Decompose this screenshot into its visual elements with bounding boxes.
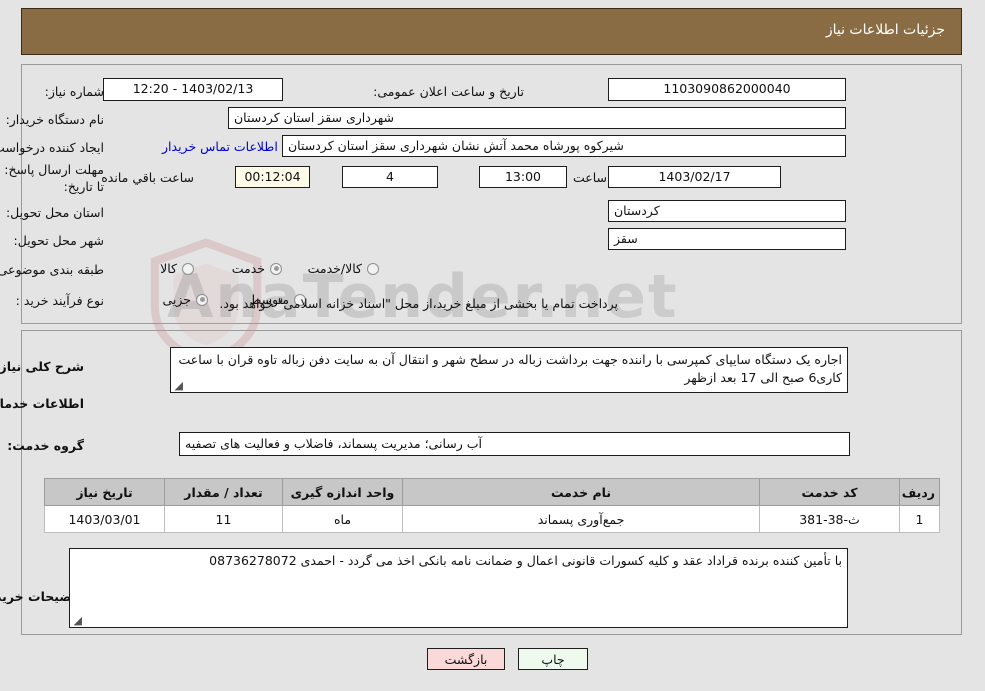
th-service-code: کد خدمت [760,478,901,506]
label-deadline: مهلت ارسال پاسخ: تا تاریخ: [5,162,105,194]
need-info-panel [22,64,963,324]
radio-label: جزیی [163,292,192,307]
deadline-date-value: 1403/02/17 [609,166,782,188]
radio-indicator [368,262,380,275]
th-quantity: تعداد / مقدار [165,478,284,506]
buyer-contact-link[interactable]: اطلاعات تماس خریدار [163,139,279,154]
city-value: سقز [609,228,847,250]
cell-unit: ماه [283,505,404,533]
radio-label: کالا [161,261,178,276]
th-row: ردیف [900,478,941,506]
label-classification: طبقه بندی موضوعی: [0,262,105,277]
label-description: شرح کلی نیاز: [0,359,85,374]
radio-classification-kala-khedmat[interactable]: کالا/خدمت [309,261,380,276]
table-header-row: ردیف کد خدمت نام خدمت واحد اندازه گیری ت… [45,478,941,506]
radio-classification-khedmat[interactable]: خدمت [233,261,283,276]
label-deadline-time: ساعت [573,170,608,185]
resize-grip-icon[interactable]: ◢ [174,380,184,391]
label-province: استان محل تحویل: [6,205,105,220]
radio-classification-kala[interactable]: کالا [161,261,195,276]
radio-label: خدمت [232,261,266,276]
description-textarea[interactable]: اجاره یک دستگاه سایپای کمپرسی با راننده … [171,347,849,393]
services-table: ردیف کد خدمت نام خدمت واحد اندازه گیری ت… [45,478,941,533]
deadline-time-value: 13:00 [480,166,568,188]
print-button[interactable]: چاپ [519,648,589,670]
label-process-type: نوع فرآیند خرید : [16,293,105,308]
resize-grip-icon[interactable]: ◢ [73,615,83,626]
th-unit: واحد اندازه گیری [283,478,404,506]
process-type-note: پرداخت تمام یا بخشی از مبلغ خرید،از محل … [220,296,619,311]
services-heading: اطلاعات خدمات مورد نیاز [0,396,85,411]
deadline-countdown-value: 00:12:04 [236,166,311,188]
radio-process-jozi[interactable]: جزیی [163,292,209,307]
radio-indicator [271,262,283,275]
label-announce-datetime: تاریخ و ساعت اعلان عمومی: [374,84,525,99]
service-group-value: آب رسانی؛ مدیریت پسماند، فاضلاب و فعالیت… [180,432,851,456]
label-need-number: شماره نیاز: [45,84,105,99]
page-header-band: جزئیات اطلاعات نیاز [22,8,963,55]
cell-quantity: 11 [165,505,284,533]
announce-datetime-value: 1403/02/13 - 12:20 [104,78,284,101]
page-title: جزئیات اطلاعات نیاز [826,22,946,38]
cell-service-code: ث-38-381 [760,505,901,533]
label-city: شهر محل تحویل: [14,233,105,248]
radio-indicator [197,293,209,306]
radio-label: کالا/خدمت [308,261,363,276]
description-value: اجاره یک دستگاه سایپای کمپرسی با راننده … [179,352,843,385]
buyer-org-value: شهرداری سقز استان کردستان [229,107,847,129]
label-buyer-org: نام دستگاه خریدار: [6,112,105,127]
buyer-notes-value: با تأمین کننده برنده قراداد عقد و کلیه ک… [210,553,843,568]
label-creator: ایجاد کننده درخواست: [0,140,105,155]
label-service-group: گروه خدمت: [8,438,85,453]
table-row: 1 ث-38-381 جمع‌آوری پسماند ماه 11 1403/0… [45,505,941,533]
back-button[interactable]: بازگشت [428,648,506,670]
buyer-notes-textarea[interactable]: با تأمین کننده برنده قراداد عقد و کلیه ک… [70,548,849,628]
th-service-name: نام خدمت [403,478,761,506]
cell-need-date: 1403/03/01 [45,505,166,533]
cell-service-name: جمع‌آوری پسماند [403,505,761,533]
province-value: کردستان [609,200,847,222]
deadline-days-value: 4 [343,166,439,188]
th-need-date: تاریخ نیاز [45,478,166,506]
creator-value: شیرکوه پورشاه محمد آتش نشان شهرداری سقز … [283,135,847,157]
label-deadline-countdown: ساعت باقي مانده [102,170,195,185]
need-number-value: 1103090862000040 [609,78,847,101]
cell-row: 1 [900,505,941,533]
radio-indicator [183,262,195,275]
